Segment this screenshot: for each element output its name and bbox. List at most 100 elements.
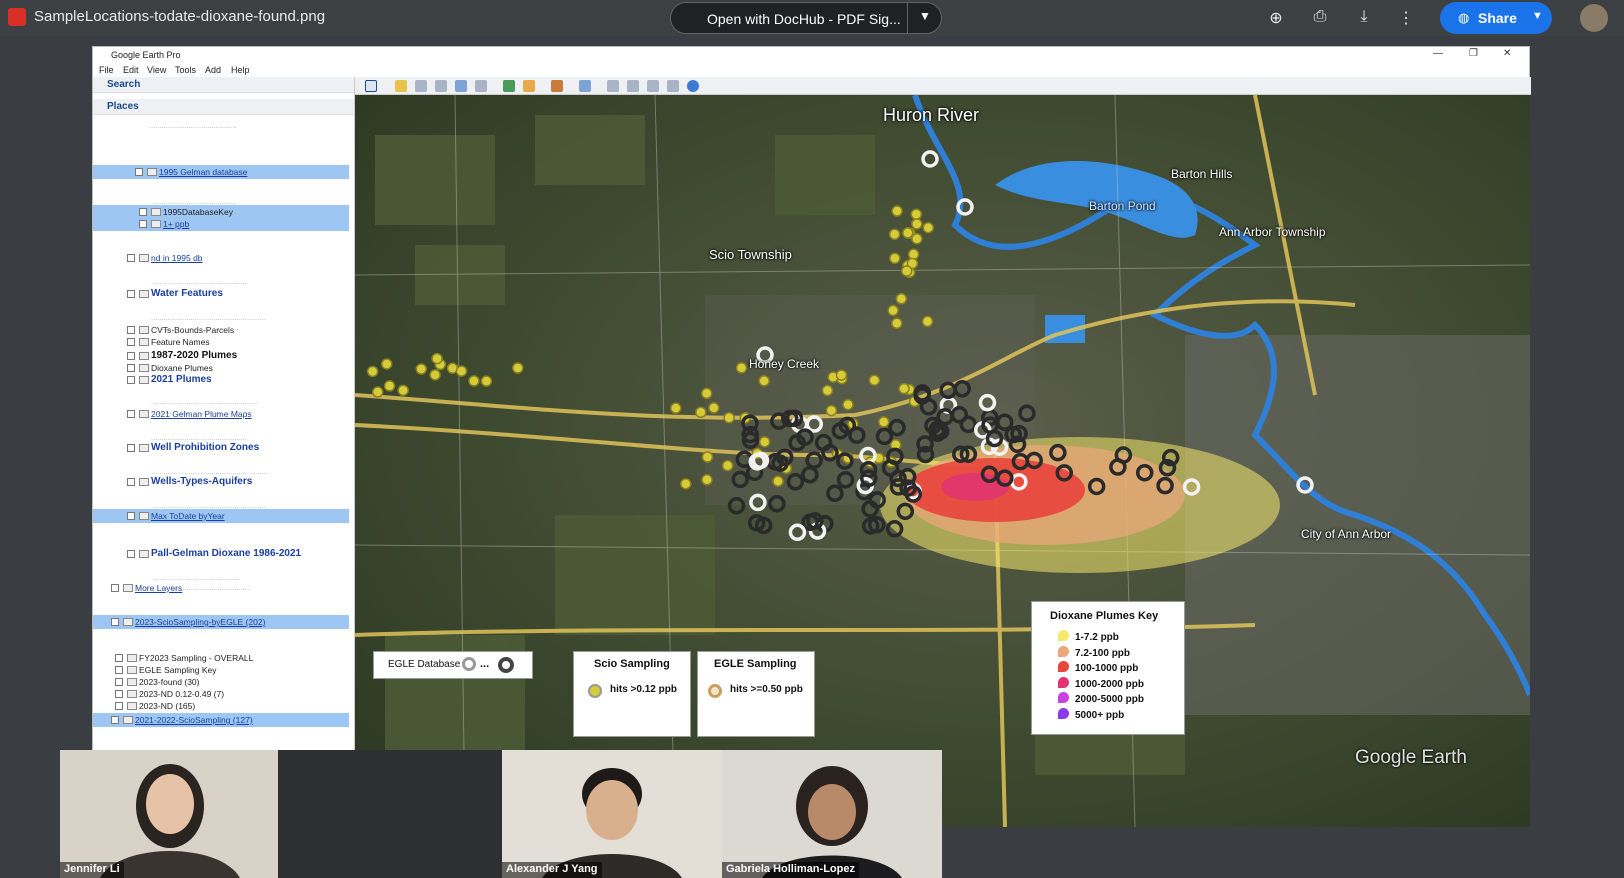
menu-tools[interactable]: Tools — [175, 65, 196, 75]
participant-tile-alexander[interactable]: Alexander J Yang — [502, 750, 722, 878]
scio-sample-marker[interactable] — [868, 374, 881, 386]
scio-sample-marker[interactable] — [468, 375, 480, 387]
scio-sample-marker[interactable] — [701, 451, 714, 463]
add-to-drive-icon[interactable]: ⊕ — [1266, 8, 1286, 28]
scio-sample-marker[interactable] — [901, 265, 913, 277]
scio-sample-marker[interactable] — [366, 365, 379, 378]
scio-sample-marker[interactable] — [431, 352, 443, 365]
placemark-icon[interactable] — [395, 80, 407, 92]
places-tree-row[interactable]: Pall-Gelman Dioxane 1986-2021 — [93, 547, 349, 561]
layer-checkbox[interactable] — [115, 702, 123, 710]
print-map-icon[interactable] — [627, 80, 639, 92]
scio-sample-marker[interactable] — [381, 358, 393, 370]
places-tree-row[interactable]: 2023-ND (165) — [93, 699, 349, 713]
open-with-dochub-button[interactable]: Open with DocHub - PDF Sig... ▼ — [670, 2, 942, 34]
scio-sample-marker[interactable] — [911, 232, 923, 245]
scio-sample-marker[interactable] — [429, 369, 441, 381]
scio-sample-marker[interactable] — [721, 459, 734, 472]
scio-sample-marker[interactable] — [695, 406, 707, 418]
scio-sample-marker[interactable] — [821, 384, 834, 397]
path-icon[interactable] — [435, 80, 447, 92]
places-tree-row[interactable]: Water Features — [93, 287, 349, 301]
tour-icon[interactable] — [475, 80, 487, 92]
scio-sample-marker[interactable] — [397, 384, 409, 397]
places-tree-row[interactable]: 1995 Gelman database — [93, 165, 349, 179]
scio-sample-marker[interactable] — [700, 387, 713, 400]
scio-sample-marker[interactable] — [842, 398, 854, 411]
layer-checkbox[interactable] — [127, 338, 135, 346]
scio-sample-marker[interactable] — [887, 304, 899, 317]
scio-sample-marker[interactable] — [902, 227, 914, 239]
scio-sample-marker[interactable] — [383, 380, 396, 392]
menu-edit[interactable]: Edit — [123, 65, 139, 75]
scio-sample-marker[interactable] — [701, 474, 713, 486]
layer-checkbox[interactable] — [115, 678, 123, 686]
planets-icon[interactable] — [551, 80, 563, 92]
layer-checkbox[interactable] — [115, 654, 123, 662]
places-tree-row[interactable]: 2021-2022-ScioSampling (127) — [93, 713, 349, 727]
scio-sample-marker[interactable] — [825, 404, 838, 417]
restore-icon[interactable]: ❐ — [1469, 48, 1478, 59]
more-vert-icon[interactable]: ⋮ — [1396, 8, 1416, 28]
scio-sample-marker[interactable] — [670, 402, 682, 414]
scio-sample-marker[interactable] — [371, 386, 384, 398]
scio-sample-marker[interactable] — [907, 248, 920, 261]
places-tree-row[interactable]: nd in 1995 db — [93, 251, 349, 265]
layer-checkbox[interactable] — [127, 254, 135, 262]
polygon-icon[interactable] — [415, 80, 427, 92]
layer-checkbox[interactable] — [127, 410, 135, 418]
ruler-icon[interactable] — [579, 80, 591, 92]
participant-tile-gabriela[interactable]: Gabriela Holliman-Lopez — [722, 750, 942, 878]
search-panel-header[interactable]: Search — [93, 77, 354, 93]
minimize-icon[interactable]: — — [1433, 48, 1443, 59]
menu-help[interactable]: Help — [231, 65, 250, 75]
places-panel-header[interactable]: Places — [93, 99, 354, 115]
scio-sample-marker[interactable] — [758, 436, 771, 448]
layer-checkbox[interactable] — [127, 550, 135, 558]
scio-sample-marker[interactable] — [735, 362, 748, 374]
menu-file[interactable]: File — [99, 65, 114, 75]
scio-sample-marker[interactable] — [921, 315, 934, 328]
layer-checkbox[interactable] — [127, 376, 135, 384]
earth-icon[interactable] — [687, 80, 699, 92]
save-image-icon[interactable] — [647, 80, 659, 92]
layer-checkbox[interactable] — [127, 290, 135, 298]
layer-checkbox[interactable] — [139, 220, 147, 228]
scio-sample-marker[interactable] — [708, 402, 720, 414]
scio-sample-marker[interactable] — [480, 375, 493, 387]
scio-sample-marker[interactable] — [891, 317, 903, 330]
share-dropdown-icon[interactable]: ▼ — [1532, 10, 1543, 22]
scio-sample-marker[interactable] — [898, 382, 910, 395]
account-avatar[interactable] — [1580, 4, 1608, 32]
map-view[interactable]: Huron River Barton Hills Barton Pond Ann… — [355, 95, 1530, 827]
scio-sample-marker[interactable] — [888, 228, 901, 241]
menu-view[interactable]: View — [147, 65, 166, 75]
layer-checkbox[interactable] — [115, 666, 123, 674]
scio-sample-marker[interactable] — [415, 363, 428, 375]
layer-checkbox[interactable] — [127, 512, 135, 520]
share-button[interactable]: ◍ Share ▼ — [1440, 2, 1552, 34]
layer-checkbox[interactable] — [139, 208, 147, 216]
sunlight-icon[interactable] — [523, 80, 535, 92]
layer-checkbox[interactable] — [111, 584, 119, 592]
sidebar-toggle-icon[interactable] — [365, 80, 377, 92]
layer-checkbox[interactable] — [115, 690, 123, 698]
scio-sample-marker[interactable] — [910, 208, 923, 220]
layer-checkbox[interactable] — [111, 716, 119, 724]
scio-sample-marker[interactable] — [911, 218, 923, 230]
scio-sample-marker[interactable] — [723, 411, 735, 424]
open-with-dropdown-icon[interactable]: ▼ — [919, 9, 931, 23]
scio-sample-marker[interactable] — [512, 362, 524, 374]
layer-checkbox[interactable] — [127, 326, 135, 334]
places-tree-row[interactable]: 2021 Plumes — [93, 373, 349, 387]
menu-add[interactable]: Add — [205, 65, 221, 75]
places-tree-row[interactable]: Well Prohibition Zones — [93, 441, 349, 455]
scio-sample-marker[interactable] — [772, 475, 784, 487]
places-tree-row[interactable]: Feature Names — [93, 335, 349, 349]
scio-sample-marker[interactable] — [891, 205, 903, 217]
download-icon[interactable]: ⤓ — [1354, 8, 1374, 28]
print-icon[interactable]: ⎙ — [1310, 8, 1330, 28]
places-tree-row[interactable]: 1+ ppb — [93, 217, 349, 231]
layer-checkbox[interactable] — [127, 352, 135, 360]
scio-sample-marker[interactable] — [922, 221, 934, 234]
